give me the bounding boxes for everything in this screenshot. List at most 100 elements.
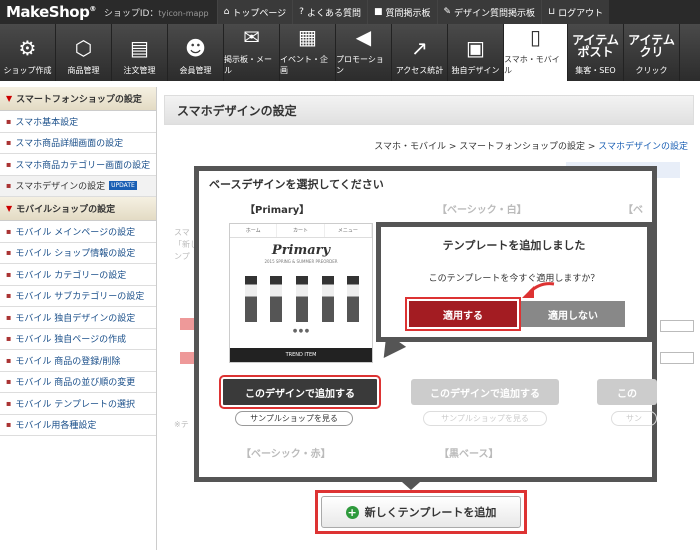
sidebar-item-label: スマホ基本設定	[15, 117, 79, 128]
nav-item-item-post[interactable]: アイテム ポスト 集客・SEO	[568, 24, 624, 81]
sidebar-item[interactable]: ▪ モバイル 独自デザインの設定	[0, 307, 156, 329]
sidebar-item-label: モバイル メインページの設定	[15, 227, 136, 238]
bullet-icon: ▪	[6, 138, 12, 148]
breadcrumb-item[interactable]: スマートフォンショップの設定	[459, 142, 585, 152]
main-nav: ⚙ ショップ作成 ⬡ 商品管理 ▤ 注文管理 ☻ 会員管理 ✉ 掲示板・メール ▦ イベント・企画 ◀ プ…	[0, 24, 700, 81]
sidebar-item[interactable]: ▪ モバイル用各種設定	[0, 415, 156, 436]
bullet-icon: ▪	[6, 248, 12, 258]
bullet-icon: ▪	[6, 398, 12, 408]
bullet-icon: ▪	[6, 269, 12, 279]
template-preview-primary[interactable]: ホーム カート メニュー Primary 2015 SPRING & SUMMER …	[229, 223, 373, 363]
sidebar-item[interactable]: ▪ モバイル 商品の登録/削除	[0, 350, 156, 372]
nav-item-chart[interactable]: ↗ アクセス統計	[392, 24, 448, 81]
sidebar-item[interactable]: ▪ スマホ基本設定	[0, 111, 156, 133]
add-this-design-button-partial[interactable]: この	[597, 379, 657, 405]
add-new-template-button[interactable]: + 新しくテンプレートを追加	[321, 496, 521, 528]
nav-item-image[interactable]: ▣ 独自デザイン	[448, 24, 504, 81]
nav-item-mail[interactable]: ✉ 掲示板・メール	[224, 24, 280, 81]
top-link-label: デザイン質問掲示板	[454, 8, 536, 19]
users-icon: ☻	[185, 36, 206, 60]
makeshop-logo[interactable]: MakeShop®	[0, 3, 96, 21]
nav-item-label: 集客・SEO	[575, 66, 616, 75]
view-sample-shop-button-basic-white[interactable]: サンプルショップを見る	[423, 411, 547, 426]
home-icon: ⌂	[223, 7, 230, 17]
sidebar-item-label: モバイル 商品の並び順の変更	[15, 378, 136, 389]
sidebar-item-label: スマホ商品詳細画面の設定	[15, 139, 124, 150]
top-link-design-board[interactable]: ✎ デザイン質問掲示板	[436, 0, 542, 24]
sidebar-item[interactable]: ▪ モバイル 商品の並び順の変更	[0, 372, 156, 393]
sidebar-section-mobile[interactable]: ▼ モバイルショップの設定	[0, 197, 156, 221]
annotation-arrow-icon	[522, 282, 555, 298]
nav-item-label: 注文管理	[123, 66, 156, 75]
preview-banner: TREND ITEM	[230, 348, 372, 362]
sidebar-item-label: スマホ商品カテゴリー画面の設定	[15, 160, 151, 171]
bg-text: ンプ	[174, 252, 190, 261]
nav-item-clipboard[interactable]: ▤ 注文管理	[112, 24, 168, 81]
sidebar-item[interactable]: ▪ モバイル テンプレートの選択	[0, 393, 156, 415]
nav-item-phone[interactable]: ▯ スマホ・モバイル	[504, 24, 568, 81]
nav-item-item-click[interactable]: アイテム クリクリック	[624, 24, 680, 81]
modal-title: ベースデザインを選択してください	[209, 178, 384, 191]
nav-item-gears[interactable]: ⚙ ショップ作成	[0, 24, 56, 81]
bullet-icon: ▪	[6, 312, 12, 322]
template-name-basic-white: 【ベーシック・白】	[437, 205, 527, 216]
chart-icon: ↗	[411, 36, 428, 60]
preview-dots: ● ● ●	[292, 328, 310, 334]
box-icon: ⬡	[74, 36, 93, 60]
top-links: ⌂ トップページ? よくある質問 ■ 質問掲示板 ✎ デザイン質問掲示板 ⊔ ログアウト	[216, 0, 610, 24]
template-name-partial: 【ベ	[623, 205, 643, 216]
sidebar-item[interactable]: ▪ モバイル メインページの設定	[0, 221, 156, 243]
nav-item-label: 独自デザイン	[451, 66, 500, 75]
update-badge: UPDATE	[109, 181, 137, 191]
sidebar-item-label: モバイル 独自デザインの設定	[15, 313, 136, 324]
calendar-icon: ▦	[298, 25, 317, 49]
sidebar-item[interactable]: ▪ スマホ商品詳細画面の設定	[0, 133, 156, 154]
bg-text: ※テ	[174, 420, 189, 429]
sidebar-item-label: モバイル カテゴリーの設定	[15, 270, 127, 281]
design-board-icon: ✎	[443, 7, 452, 17]
nav-item-box[interactable]: ⬡ 商品管理	[56, 24, 112, 81]
unlock-icon: ⊔	[548, 7, 556, 17]
nav-item-megaphone[interactable]: ◀ プロモーション	[336, 24, 392, 81]
item-click-icon: アイテム クリ	[628, 33, 675, 59]
nav-item-calendar[interactable]: ▦ イベント・企画	[280, 24, 336, 81]
bullet-icon: ▪	[6, 355, 12, 365]
bullet-icon: ▪	[6, 159, 12, 169]
preview-nav: ホーム カート メニュー	[230, 224, 372, 238]
nav-item-users[interactable]: ☻ 会員管理	[168, 24, 224, 81]
template-added-dialog: テンプレートを追加しました このテンプレートを今すぐ適用しますか？ 適用する 適…	[376, 222, 652, 342]
top-link-unlock[interactable]: ⊔ ログアウト	[541, 0, 610, 24]
bg-button-fragment	[660, 320, 694, 332]
nav-item-label: 掲示板・メール	[224, 55, 272, 75]
bg-button-fragment	[660, 352, 694, 364]
top-link-home[interactable]: ⌂ トップページ	[216, 0, 293, 24]
sidebar: ▼ スマートフォンショップの設定 ▪ スマホ基本設定 ▪ スマホ商品詳細画面の設定 ▪ スマ…	[0, 87, 157, 550]
sidebar-item[interactable]: ▪ モバイル 独自ページの作成	[0, 329, 156, 350]
top-link-label: 質問掲示板	[385, 8, 431, 19]
top-link-label: トップページ	[232, 8, 287, 19]
breadcrumb-item[interactable]: スマホ・モバイル	[374, 142, 446, 152]
view-sample-shop-button-partial[interactable]: サン	[611, 411, 657, 426]
view-sample-shop-button[interactable]: サンプルショップを見る	[235, 411, 353, 426]
sidebar-item[interactable]: ▪ モバイル サブカテゴリーの設定	[0, 286, 156, 307]
bullet-icon: ▪	[6, 334, 12, 344]
sidebar-item[interactable]: ▪ モバイル ショップ情報の設定	[0, 243, 156, 264]
mail-icon: ✉	[243, 25, 260, 49]
dialog-title: テンプレートを追加しました	[442, 239, 586, 252]
gears-icon: ⚙	[18, 36, 37, 60]
add-this-design-button-basic-white[interactable]: このデザインで追加する	[411, 379, 559, 405]
sidebar-item[interactable]: ▪ モバイル カテゴリーの設定	[0, 264, 156, 286]
bg-row-marker	[180, 318, 194, 330]
question-icon: ?	[299, 7, 304, 17]
sidebar-section-smartphone[interactable]: ▼ スマートフォンショップの設定	[0, 87, 156, 111]
sidebar-item[interactable]: ▪ スマホ商品カテゴリー画面の設定	[0, 154, 156, 176]
sidebar-item[interactable]: ▪ スマホデザインの設定 UPDATE	[0, 175, 156, 197]
add-this-design-button[interactable]: このデザインで追加する	[219, 375, 381, 409]
nav-item-label: クリック	[635, 66, 668, 75]
apply-button[interactable]: 適用する	[405, 297, 521, 331]
top-link-board[interactable]: ■ 質問掲示板	[366, 0, 437, 24]
nav-item-label: 会員管理	[179, 66, 212, 75]
sidebar-item-label: モバイル ショップ情報の設定	[15, 249, 136, 260]
top-link-question[interactable]: ? よくある質問	[292, 0, 367, 24]
template-name-basic-red: 【ベーシック・赤】	[241, 449, 331, 460]
